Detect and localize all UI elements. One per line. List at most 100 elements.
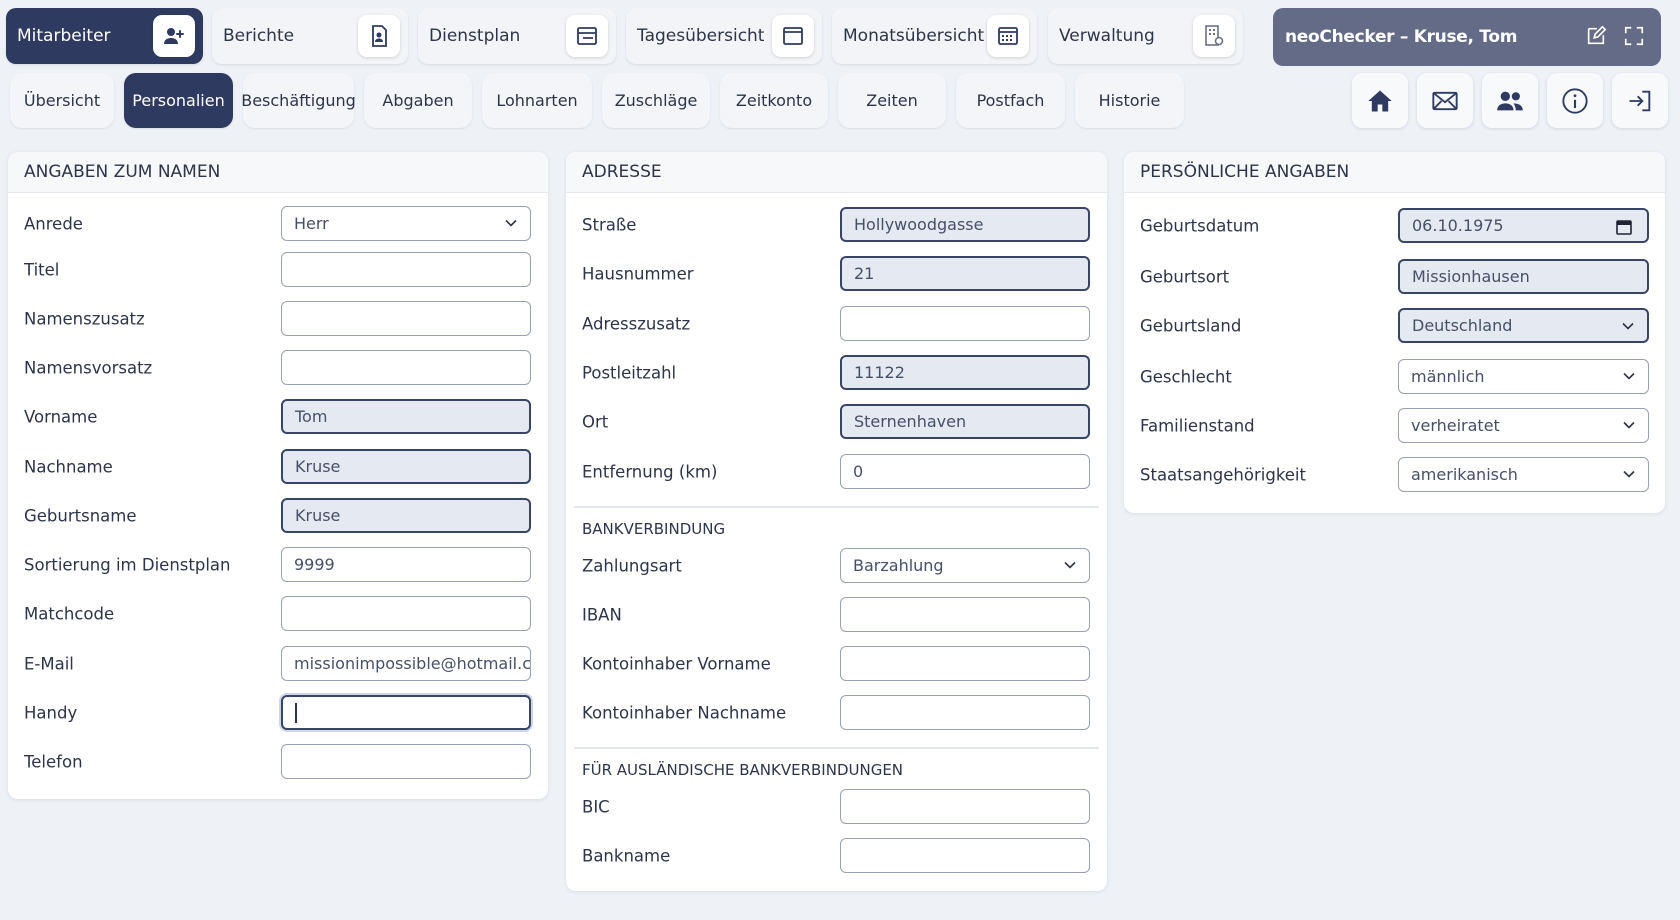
geburtsdatum-label: Geburtsdatum <box>1140 216 1260 236</box>
postleitzahl-input[interactable]: 11122 <box>840 355 1090 390</box>
tab-personalien[interactable]: Personalien <box>124 73 233 128</box>
nav-mitarbeiter-label: Mitarbeiter <box>17 26 111 46</box>
geschlecht-value: männlich <box>1411 367 1485 386</box>
handy-label: Handy <box>24 703 78 723</box>
geburtsdatum-row: Geburtsdatum 06.10.1975 <box>1124 208 1665 244</box>
nachname-input[interactable]: Kruse <box>281 449 531 484</box>
matchcode-row: Matchcode <box>8 596 548 632</box>
tab-abgaben[interactable]: Abgaben <box>364 73 472 128</box>
sortierung-input[interactable]: 9999 <box>281 547 531 582</box>
nachname-row: Nachname Kruse <box>8 449 548 485</box>
iban-label: IBAN <box>582 605 622 625</box>
geburtsdatum-input[interactable]: 06.10.1975 <box>1398 208 1649 243</box>
schedule-icon <box>566 15 608 57</box>
vorname-label: Vorname <box>24 407 98 427</box>
tab-abgaben-label: Abgaben <box>382 91 454 110</box>
kontoinhaber-vorname-label: Kontoinhaber Vorname <box>582 654 771 674</box>
tab-zuschlaege[interactable]: Zuschläge <box>602 73 710 128</box>
hausnummer-input[interactable]: 21 <box>840 256 1090 291</box>
chevron-down-icon <box>1623 470 1635 478</box>
postleitzahl-label: Postleitzahl <box>582 363 677 383</box>
email-input[interactable]: missionimpossible@hotmail.com <box>281 646 531 681</box>
tab-lohnarten-label: Lohnarten <box>496 91 578 110</box>
geburtsname-input[interactable]: Kruse <box>281 498 531 533</box>
tab-lohnarten[interactable]: Lohnarten <box>482 73 592 128</box>
email-value: missionimpossible@hotmail.com <box>294 654 531 673</box>
bankname-input[interactable] <box>840 838 1090 873</box>
tab-uebersicht[interactable]: Übersicht <box>10 73 114 128</box>
ort-input[interactable]: Sternenhaven <box>840 404 1090 439</box>
address-panel-title: ADRESSE <box>566 152 1107 193</box>
nav-tagesuebersicht[interactable]: Tagesübersicht <box>626 8 822 64</box>
nav-berichte[interactable]: Berichte <box>212 8 408 64</box>
nav-verwaltung[interactable]: Verwaltung <box>1048 8 1243 64</box>
geburtsland-select[interactable]: Deutschland <box>1398 308 1649 343</box>
geschlecht-select[interactable]: männlich <box>1398 359 1649 394</box>
strasse-label: Straße <box>582 215 637 235</box>
handy-input[interactable] <box>281 695 531 730</box>
staatsangehoerigkeit-row: Staatsangehörigkeit amerikanisch <box>1124 457 1665 493</box>
chevron-down-icon <box>1623 372 1635 380</box>
tab-zeitkonto-label: Zeitkonto <box>735 91 813 110</box>
fullscreen-icon[interactable] <box>1623 25 1645 47</box>
name-panel: ANGABEN ZUM NAMEN Anrede Herr Titel Name… <box>8 152 548 799</box>
vorname-row: Vorname Tom <box>8 399 548 435</box>
namenszusatz-input[interactable] <box>281 301 531 336</box>
entfernung-value: 0 <box>853 462 864 481</box>
telefon-input[interactable] <box>281 744 531 779</box>
logout-button[interactable] <box>1612 73 1668 128</box>
matchcode-input[interactable] <box>281 596 531 631</box>
anrede-select[interactable]: Herr <box>281 206 531 241</box>
kontoinhaber-nachname-input[interactable] <box>840 695 1090 730</box>
strasse-input[interactable]: Hollywoodgasse <box>840 207 1090 242</box>
geburtsland-value: Deutschland <box>1412 316 1513 335</box>
adresszusatz-input[interactable] <box>840 306 1090 341</box>
geburtsort-label: Geburtsort <box>1140 267 1230 287</box>
vorname-input[interactable]: Tom <box>281 399 531 434</box>
geburtsname-label: Geburtsname <box>24 506 137 526</box>
foreign-bank-heading: FÜR AUSLÄNDISCHE BANKVERBINDUNGEN <box>582 761 904 779</box>
namensvorsatz-row: Namensvorsatz <box>8 350 548 386</box>
tab-zeitkonto[interactable]: Zeitkonto <box>720 73 828 128</box>
matchcode-label: Matchcode <box>24 604 115 624</box>
ort-label: Ort <box>582 412 609 432</box>
titel-input[interactable] <box>281 252 531 287</box>
ort-value: Sternenhaven <box>854 412 967 431</box>
name-panel-title: ANGABEN ZUM NAMEN <box>8 152 548 193</box>
bankname-row: Bankname <box>566 838 1107 874</box>
users-icon <box>1497 91 1523 110</box>
entfernung-row: Entfernung (km) 0 <box>566 454 1107 490</box>
sortierung-label: Sortierung im Dienstplan <box>24 555 231 575</box>
info-icon <box>1562 87 1588 114</box>
info-button[interactable] <box>1547 73 1603 128</box>
iban-input[interactable] <box>840 597 1090 632</box>
bic-input[interactable] <box>840 789 1090 824</box>
titel-row: Titel <box>8 252 548 288</box>
nav-berichte-label: Berichte <box>223 26 295 46</box>
tab-beschaeftigung[interactable]: Beschäftigung <box>241 73 356 128</box>
tab-zeiten[interactable]: Zeiten <box>838 73 946 128</box>
logout-icon <box>1629 90 1651 111</box>
familienstand-select[interactable]: verheiratet <box>1398 408 1649 443</box>
nav-monatsuebersicht[interactable]: Monatsübersicht <box>832 8 1037 64</box>
home-button[interactable] <box>1352 73 1408 128</box>
top-navigation: Mitarbeiter Berichte Dienstplan Tagesübe… <box>0 8 1680 66</box>
tab-postfach[interactable]: Postfach <box>956 73 1065 128</box>
nav-dienstplan[interactable]: Dienstplan <box>418 8 616 64</box>
zahlungsart-value: Barzahlung <box>853 556 944 575</box>
mail-icon <box>1432 91 1458 110</box>
bankname-label: Bankname <box>582 846 671 866</box>
staatsangehoerigkeit-select[interactable]: amerikanisch <box>1398 457 1649 492</box>
tab-historie[interactable]: Historie <box>1075 73 1184 128</box>
nav-mitarbeiter[interactable]: Mitarbeiter <box>6 8 203 64</box>
edit-icon[interactable] <box>1585 25 1607 47</box>
entfernung-input[interactable]: 0 <box>840 454 1090 489</box>
calendar-icon[interactable] <box>1615 218 1633 236</box>
users-button[interactable] <box>1482 73 1538 128</box>
zahlungsart-select[interactable]: Barzahlung <box>840 548 1090 583</box>
namensvorsatz-input[interactable] <box>281 350 531 385</box>
geburtsort-input[interactable]: Missionhausen <box>1398 259 1649 294</box>
hausnummer-row: Hausnummer 21 <box>566 256 1107 292</box>
kontoinhaber-vorname-input[interactable] <box>840 646 1090 681</box>
mail-button[interactable] <box>1417 73 1473 128</box>
